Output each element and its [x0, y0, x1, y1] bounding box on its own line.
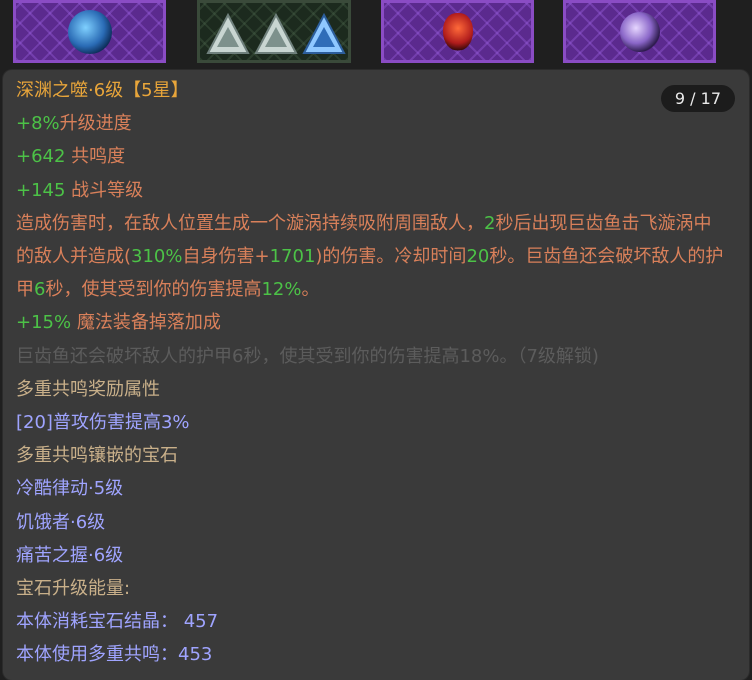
blue-vortex-gem-icon — [67, 9, 112, 54]
desc-text: )的伤害。冷却时间 — [315, 246, 467, 268]
multi-reward-title: 多重共鸣奖励属性 — [16, 378, 160, 400]
socket-gem-2: 饥饿者·6级 — [16, 511, 106, 533]
resonance-label: 共鸣度 — [65, 146, 126, 168]
socket-gem-3: 痛苦之握·6级 — [16, 544, 124, 566]
energy-title: 宝石升级能量: — [16, 578, 131, 600]
socket-gem-1: 冷酷律动·5级 — [16, 478, 124, 500]
desc-text: 秒，使其受到你的伤害提高 — [45, 279, 262, 301]
resonance-stat: +642 共鸣度 — [16, 140, 739, 173]
violet-orb-gem-icon — [619, 11, 660, 52]
skill-description: 造成伤害时，在敌人位置生成一个漩涡持续吸附周围敌人，2秒后出现巨齿鱼击飞漩涡中的… — [16, 207, 724, 307]
gem-tooltip-panel: 9 / 17 深渊之噬·6级【5星】 +8%升级进度 +642 共鸣度 +145… — [3, 70, 749, 680]
locked-effect-line: 巨齿鱼还会破坏敌人的护甲6秒，使其受到你的伤害提高18%。（7级解锁) — [16, 345, 599, 367]
desc-number: 12% — [261, 279, 302, 301]
gem-slot-2[interactable] — [197, 0, 351, 63]
silver-triangle-gem-icon — [254, 13, 298, 54]
desc-text: 造成伤害时，在敌人位置生成一个漩涡持续吸附周围敌人， — [16, 212, 484, 234]
desc-number: 20 — [466, 246, 490, 268]
socket-title: 多重共鸣镶嵌的宝石 — [16, 445, 178, 467]
silver-triangle-gem-icon — [206, 13, 250, 54]
progress-stat: +8%升级进度 — [16, 107, 739, 140]
gem-title: 深渊之噬·6级 — [16, 80, 124, 101]
progress-label: 升级进度 — [59, 113, 132, 135]
drop-bonus-stat: +15% 魔法装备掉落加成 — [16, 306, 739, 339]
gem-slot-4[interactable] — [563, 0, 716, 63]
desc-text: 。 — [301, 279, 320, 301]
drop-value: +15% — [16, 312, 72, 334]
gem-slot-1[interactable] — [13, 0, 166, 63]
desc-number: 2 — [484, 212, 496, 234]
multi-reward-item: [20]普攻伤害提高3% — [16, 412, 190, 434]
combat-label: 战斗等级 — [65, 179, 144, 201]
desc-number: 310% — [131, 246, 183, 268]
drop-label: 魔法装备掉落加成 — [71, 312, 221, 334]
blue-triangle-gem-icon — [302, 13, 346, 54]
progress-value: +8% — [16, 113, 60, 135]
desc-number: 6 — [34, 279, 46, 301]
gem-slot-3[interactable] — [381, 0, 534, 63]
desc-number: 1701 — [269, 246, 316, 268]
combat-level-stat: +145 战斗等级 — [16, 174, 739, 207]
combat-value: +145 — [16, 179, 66, 201]
energy-crystal-line: 本体消耗宝石结晶： 457 — [16, 611, 219, 633]
desc-text: 自身伤害+ — [182, 246, 270, 268]
gem-slot-bar — [0, 0, 752, 70]
star-rating: 【5星】 — [123, 80, 189, 101]
gem-title-line: 深渊之噬·6级【5星】 — [16, 74, 739, 107]
red-gem-icon — [442, 12, 473, 51]
resonance-value: +642 — [16, 146, 66, 168]
